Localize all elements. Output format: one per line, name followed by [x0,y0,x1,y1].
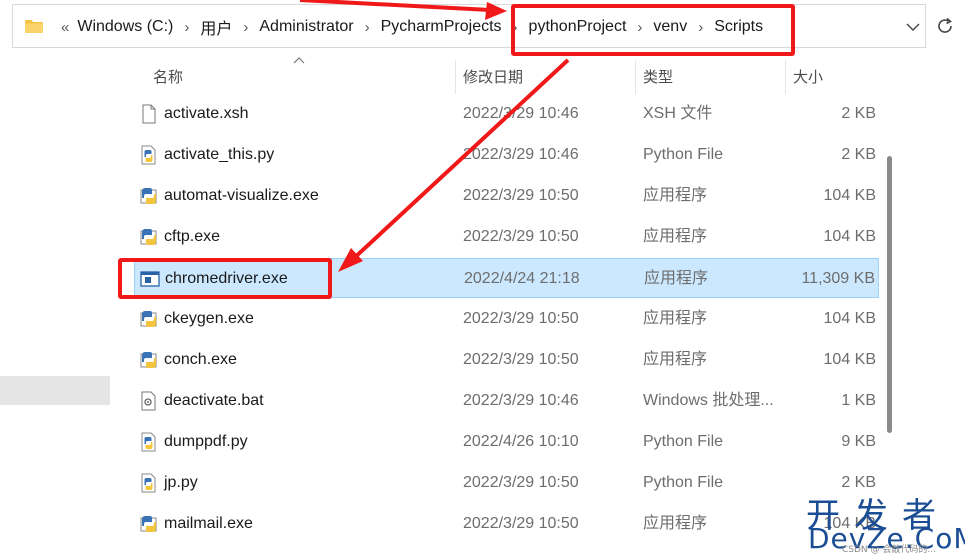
annotation-arrows [299,0,570,272]
watermark-credit: CSDN @ 会敲代码的... [842,545,936,555]
